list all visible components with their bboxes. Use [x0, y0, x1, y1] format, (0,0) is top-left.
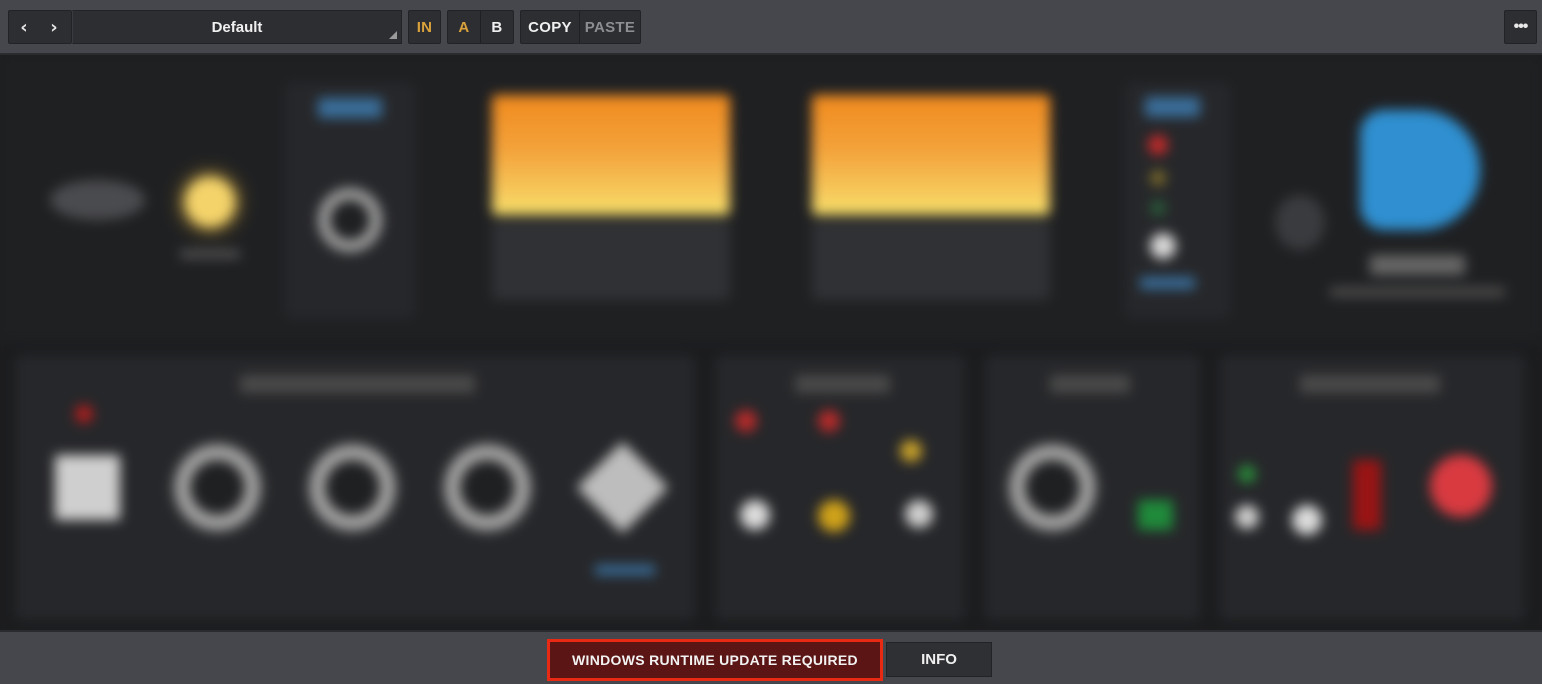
attack-knob: [55, 455, 120, 520]
screw: [1275, 195, 1325, 250]
preset-nav-group: ‹ ›: [8, 10, 72, 44]
input-knob: [315, 185, 385, 255]
dropdown-corner-icon: [389, 31, 397, 39]
compressor-led: [75, 405, 93, 423]
info-button[interactable]: INFO: [886, 642, 992, 677]
tone-led-2: [818, 410, 840, 432]
ab-group: A B: [447, 10, 514, 44]
upper-panel: [0, 55, 1542, 343]
output-red-fader: [1353, 460, 1381, 530]
input-label: [318, 98, 382, 118]
in-group: IN: [408, 10, 441, 44]
copy-button[interactable]: COPY: [521, 11, 579, 43]
link-green-button: [1138, 500, 1173, 530]
mix-value: [595, 565, 655, 575]
tone-title: [795, 375, 890, 393]
link-title: [1050, 375, 1130, 393]
output-gain-knob: [1430, 455, 1492, 517]
brand-logo: [1360, 110, 1480, 230]
plugin-toolbar: ‹ › Default IN A B COPY PASTE •••: [0, 0, 1542, 55]
lower-panel: [0, 345, 1542, 630]
vu-meter-right: [812, 95, 1050, 215]
brand-name: [1370, 255, 1465, 275]
tone-button-2: [818, 500, 850, 532]
tone-button-1: [740, 500, 770, 530]
tone-button-3: [905, 500, 933, 528]
more-options-button[interactable]: •••: [1504, 10, 1537, 44]
meter-label: [1145, 97, 1200, 117]
next-preset-button[interactable]: ›: [39, 11, 69, 43]
meter-value: [1140, 277, 1195, 289]
status-bar: WINDOWS RUNTIME UPDATE REQUIRED INFO: [0, 630, 1542, 684]
brand-subtitle: [1330, 287, 1505, 297]
blurred-content: [0, 55, 1542, 630]
more-icon: •••: [1513, 18, 1529, 35]
release-knob: [305, 440, 400, 535]
lamp-label: [180, 250, 240, 258]
chevron-right-icon: ›: [50, 16, 58, 38]
power-lamp: [185, 177, 235, 227]
meter-led-green: [1150, 200, 1166, 216]
preset-name: Default: [211, 18, 263, 36]
vu-meter-left: [492, 95, 730, 215]
b-button[interactable]: B: [481, 11, 513, 43]
ratio-knob: [170, 440, 265, 535]
sidechain-knob: [1005, 440, 1100, 535]
previous-preset-button[interactable]: ‹: [9, 11, 39, 43]
tone-led-1: [735, 410, 757, 432]
output-title: [1300, 375, 1440, 393]
meter-led-red: [1148, 135, 1168, 155]
tone-led-3: [900, 440, 922, 462]
tone-section: [715, 355, 965, 620]
preset-selector[interactable]: Default: [72, 10, 402, 44]
in-button[interactable]: IN: [409, 11, 440, 43]
a-button[interactable]: A: [448, 11, 480, 43]
plugin-interface-blurred: [0, 55, 1542, 630]
output-button-2: [1292, 505, 1322, 535]
meter-base-left: [492, 220, 730, 300]
compressor-title: [240, 375, 475, 393]
output-led-green: [1238, 465, 1256, 483]
paste-button[interactable]: PASTE: [580, 11, 640, 43]
logo-shape: [50, 180, 145, 220]
copy-paste-group: COPY PASTE: [520, 10, 641, 44]
chevron-left-icon: ‹: [20, 16, 28, 38]
meter-led-amber: [1150, 170, 1166, 186]
threshold-knob: [440, 440, 535, 535]
meter-button: [1150, 233, 1176, 259]
runtime-update-warning-button[interactable]: WINDOWS RUNTIME UPDATE REQUIRED: [547, 639, 883, 681]
output-button-1: [1235, 505, 1259, 529]
meter-base-right: [812, 220, 1050, 300]
